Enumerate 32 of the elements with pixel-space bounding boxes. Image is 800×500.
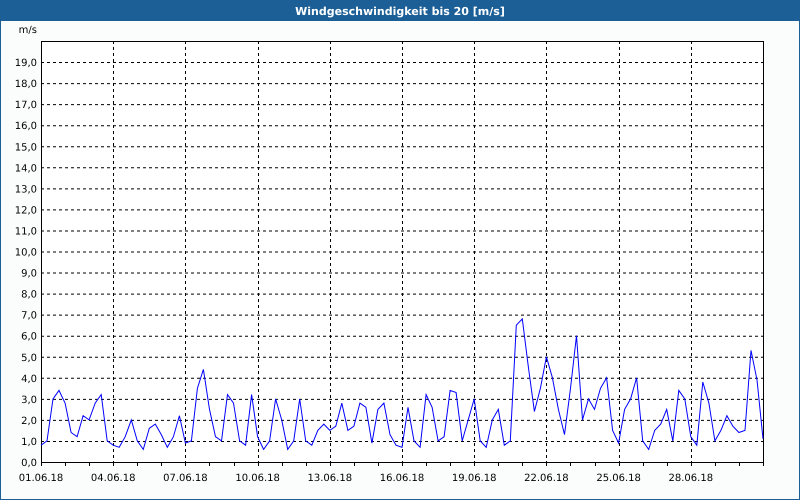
window-title: Windgeschwindigkeit bis 20 [m/s] (1, 1, 799, 21)
x-tick-label: 16.06.18 (380, 473, 424, 484)
y-tick-label: 17,0 (14, 100, 37, 112)
y-tick-label: 16,0 (14, 121, 37, 132)
y-tick-label: 5,0 (21, 352, 37, 364)
y-tick-label: 10,0 (14, 248, 37, 258)
y-tick-label: 1,0 (21, 436, 37, 448)
x-tick-label: 01.06.18 (18, 473, 64, 484)
y-tick-label: 14,0 (14, 163, 37, 174)
y-tick-label: 15,0 (14, 142, 37, 154)
y-tick-label: 6,0 (21, 332, 37, 343)
x-tick-label: 13.06.18 (308, 473, 352, 484)
y-tick-label: 18,0 (14, 79, 37, 90)
y-tick-label: 4,0 (21, 374, 37, 385)
x-tick-label: 04.06.18 (90, 473, 136, 484)
x-tick-label: 19.06.18 (452, 473, 496, 484)
x-tick-label: 07.06.18 (163, 473, 208, 484)
y-tick-label: 13,0 (14, 184, 37, 196)
x-tick-label: 22.06.18 (524, 473, 569, 484)
y-tick-label: 0,0 (21, 458, 37, 469)
y-tick-label: 8,0 (21, 290, 37, 301)
y-tick-label: 3,0 (21, 394, 37, 406)
x-tick-label: 10.06.18 (235, 473, 280, 484)
x-tick-label: 25.06.18 (596, 473, 641, 484)
y-tick-label: 19,0 (14, 58, 37, 70)
y-axis-unit: m/s (18, 25, 37, 36)
x-tick-label: 28.06.18 (668, 473, 714, 484)
y-tick-label: 11,0 (14, 226, 37, 238)
y-tick-label: 7,0 (21, 310, 37, 322)
y-tick-label: 12,0 (14, 205, 37, 216)
y-tick-label: 9,0 (21, 268, 37, 280)
y-tick-label: 2,0 (21, 416, 37, 427)
